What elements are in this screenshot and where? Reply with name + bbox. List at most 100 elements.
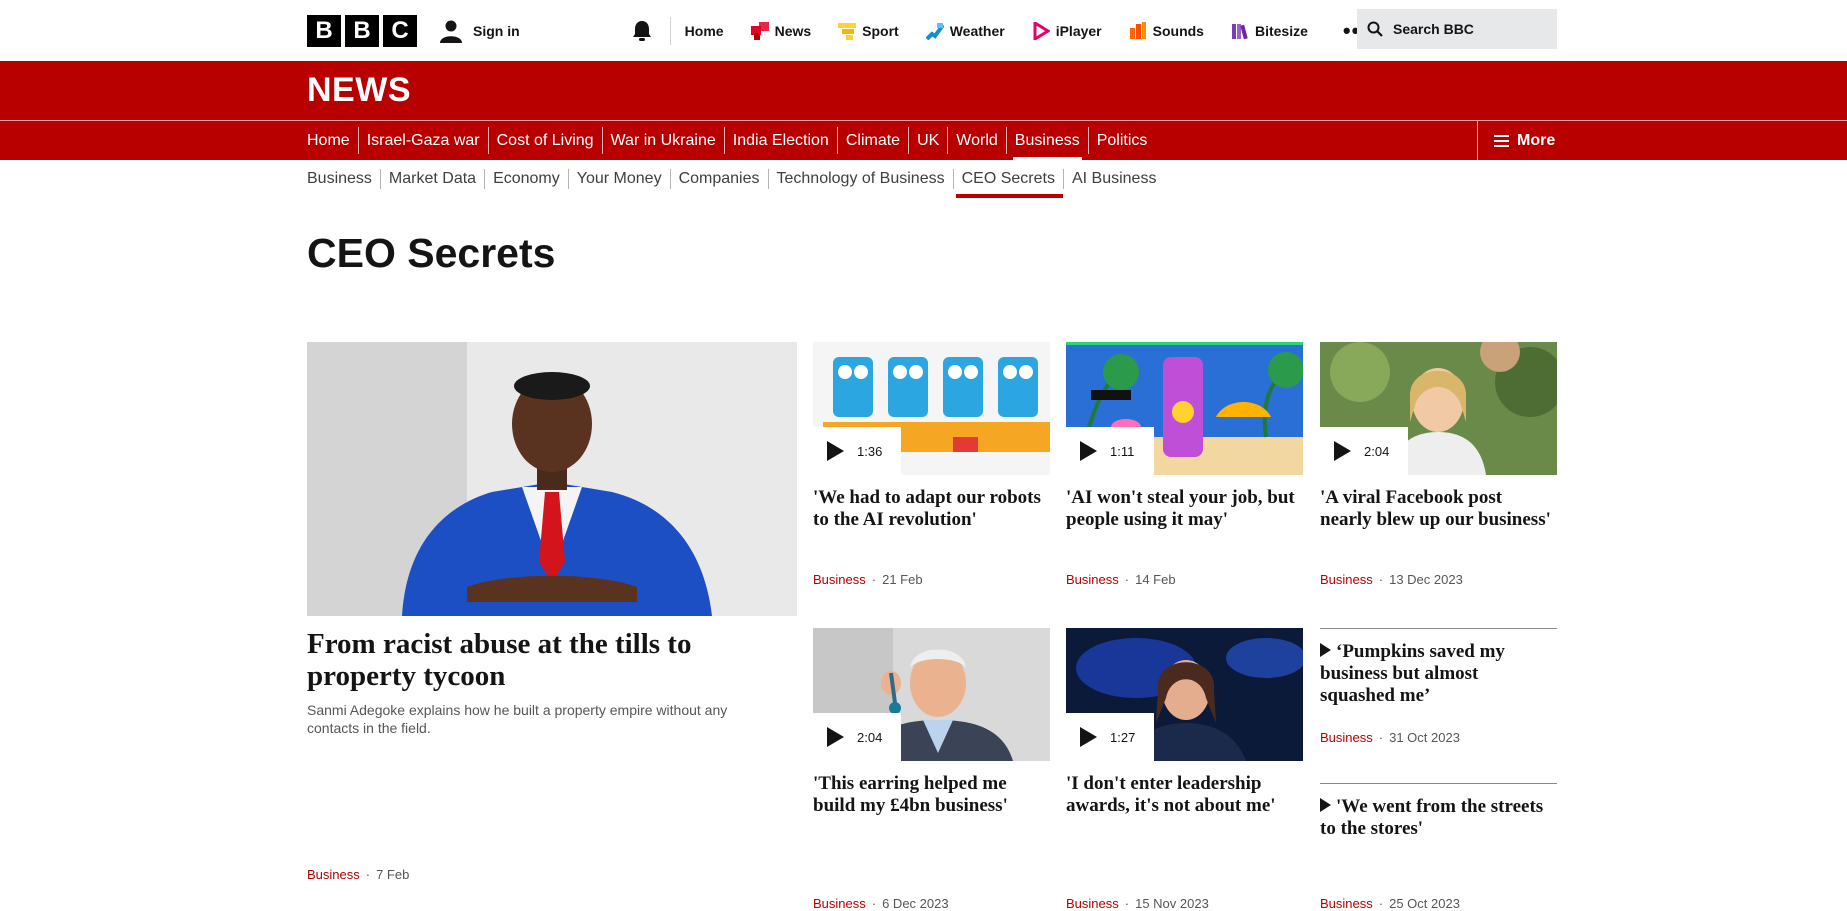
bbc-logo[interactable]: B B C bbox=[307, 14, 417, 47]
sub-nav-business[interactable]: Business bbox=[307, 169, 380, 189]
sub-nav-ceo-secrets[interactable]: CEO Secrets bbox=[952, 169, 1064, 198]
business-sub-nav: Business Market Data Economy Your Money … bbox=[0, 160, 1847, 200]
global-nav-label: Sport bbox=[862, 22, 899, 39]
story-meta: Business · 7 Feb bbox=[307, 867, 409, 882]
lead-story[interactable]: From racist abuse at the tills to proper… bbox=[307, 342, 797, 882]
global-nav-home[interactable]: Home bbox=[685, 23, 724, 39]
story-headline[interactable]: 'I don't enter leadership awards, it's n… bbox=[1066, 773, 1303, 817]
global-nav-label: Home bbox=[684, 22, 724, 39]
news-section-nav: Home Israel-Gaza war Cost of Living War … bbox=[0, 120, 1847, 160]
story-headline[interactable]: 'AI won't steal your job, but people usi… bbox=[1066, 487, 1303, 531]
bbc-logo-letter: C bbox=[383, 14, 417, 47]
video-duration-badge: 1:11 bbox=[1066, 427, 1154, 475]
play-icon bbox=[1080, 441, 1097, 461]
video-story-card[interactable]: 1:11 'AI won't steal your job, but peopl… bbox=[1066, 342, 1303, 587]
video-story-card[interactable]: 1:36 'We had to adapt our robots to the … bbox=[813, 342, 1050, 587]
story-headline[interactable]: 'A viral Facebook post nearly blew up ou… bbox=[1320, 487, 1557, 531]
sub-nav-market-data[interactable]: Market Data bbox=[379, 169, 484, 189]
bbc-global-bar: B B C Sign in Home News Sport Weather iP… bbox=[0, 0, 1847, 61]
video-duration: 1:11 bbox=[1110, 443, 1135, 459]
sub-nav-ai-business[interactable]: AI Business bbox=[1062, 169, 1164, 189]
global-nav-sounds[interactable]: Sounds bbox=[1129, 21, 1204, 40]
story-headline-text: 'We went from the streets to the stores' bbox=[1320, 796, 1544, 839]
text-story-card[interactable]: ‘Pumpkins saved my business but almost s… bbox=[1320, 628, 1557, 745]
video-duration: 2:04 bbox=[1364, 443, 1390, 459]
story-grid: From racist abuse at the tills to proper… bbox=[307, 342, 1557, 911]
story-thumbnail[interactable]: 2:04 bbox=[813, 628, 1050, 761]
lead-story-image[interactable] bbox=[307, 342, 797, 616]
news-header: NEWS bbox=[0, 61, 1847, 120]
section-nav-business[interactable]: Business bbox=[1005, 127, 1088, 160]
signin-link[interactable]: Sign in bbox=[439, 19, 520, 43]
section-nav-world[interactable]: World bbox=[947, 127, 1006, 154]
topic-link[interactable]: Business bbox=[1320, 896, 1373, 911]
global-nav-iplayer[interactable]: iPlayer bbox=[1032, 21, 1102, 40]
section-nav-cost-of-living[interactable]: Cost of Living bbox=[487, 127, 602, 154]
lead-image-illustration bbox=[307, 342, 797, 616]
bell-icon bbox=[632, 20, 651, 41]
section-nav-more-button[interactable]: More bbox=[1477, 121, 1557, 160]
sub-nav-technology-of-business[interactable]: Technology of Business bbox=[767, 169, 953, 189]
topic-link[interactable]: Business bbox=[1320, 730, 1373, 745]
global-nav-sport[interactable]: Sport bbox=[838, 22, 899, 40]
video-story-card[interactable]: 2:04 'A viral Facebook post nearly blew … bbox=[1320, 342, 1557, 587]
topic-link[interactable]: Business bbox=[813, 572, 866, 587]
lead-story-headline[interactable]: From racist abuse at the tills to proper… bbox=[307, 628, 797, 692]
search-input[interactable]: Search BBC bbox=[1357, 9, 1557, 49]
topic-link[interactable]: Business bbox=[1066, 896, 1119, 911]
global-nav-label: iPlayer bbox=[1055, 22, 1102, 39]
video-duration: 1:36 bbox=[857, 443, 883, 459]
sub-nav-your-money[interactable]: Your Money bbox=[567, 169, 670, 189]
global-nav-weather[interactable]: Weather bbox=[925, 22, 1005, 40]
global-nav-label: Sounds bbox=[1152, 22, 1204, 39]
story-headline[interactable]: 'This earring helped me build my £4bn bu… bbox=[813, 773, 1050, 817]
story-headline[interactable]: 'We had to adapt our robots to the AI re… bbox=[813, 487, 1050, 531]
story-meta: Business · 6 Dec 2023 bbox=[813, 896, 949, 911]
story-thumbnail[interactable]: 1:11 bbox=[1066, 342, 1303, 475]
story-thumbnail[interactable]: 2:04 bbox=[1320, 342, 1557, 475]
play-icon bbox=[827, 441, 844, 461]
video-story-card[interactable]: 1:27 'I don't enter leadership awards, i… bbox=[1066, 628, 1303, 911]
section-nav-india-election[interactable]: India Election bbox=[723, 127, 837, 154]
video-duration-badge: 1:27 bbox=[1066, 713, 1154, 761]
user-icon bbox=[440, 20, 462, 43]
bbc-logo-letter: B bbox=[345, 14, 379, 47]
meta-separator: · bbox=[871, 572, 877, 587]
section-nav-home[interactable]: Home bbox=[307, 127, 358, 154]
play-icon bbox=[1080, 727, 1097, 747]
sub-nav-economy[interactable]: Economy bbox=[484, 169, 568, 189]
notifications-bell[interactable] bbox=[632, 16, 671, 45]
meta-separator: · bbox=[1124, 572, 1130, 587]
meta-separator: · bbox=[1378, 572, 1384, 587]
topic-link[interactable]: Business bbox=[813, 896, 866, 911]
global-nav-bitesize[interactable]: Bitesize bbox=[1231, 22, 1308, 40]
story-meta: Business · 21 Feb bbox=[813, 572, 923, 587]
video-duration-badge: 1:36 bbox=[813, 427, 901, 475]
section-nav-climate[interactable]: Climate bbox=[836, 127, 908, 154]
story-date: 21 Feb bbox=[882, 572, 923, 587]
video-duration: 2:04 bbox=[857, 729, 883, 745]
video-duration-badge: 2:04 bbox=[1320, 427, 1408, 475]
global-nav-news[interactable]: News bbox=[750, 21, 812, 40]
topic-link[interactable]: Business bbox=[307, 867, 360, 882]
story-meta: Business · 14 Feb bbox=[1066, 572, 1176, 587]
section-nav-war-in-ukraine[interactable]: War in Ukraine bbox=[601, 127, 724, 154]
story-headline[interactable]: ‘Pumpkins saved my business but almost s… bbox=[1320, 641, 1557, 707]
search-icon bbox=[1367, 21, 1383, 37]
video-story-card[interactable]: 2:04 'This earring helped me build my £4… bbox=[813, 628, 1050, 911]
topic-link[interactable]: Business bbox=[1320, 572, 1373, 587]
section-nav-politics[interactable]: Politics bbox=[1087, 127, 1156, 154]
story-date: 15 Nov 2023 bbox=[1135, 896, 1209, 911]
story-date: 6 Dec 2023 bbox=[882, 896, 949, 911]
sub-nav-companies[interactable]: Companies bbox=[669, 169, 768, 189]
story-thumbnail[interactable]: 1:36 bbox=[813, 342, 1050, 475]
news-logo[interactable]: NEWS bbox=[307, 71, 411, 110]
global-nav-label: News bbox=[774, 22, 812, 39]
text-story-card[interactable]: 'We went from the streets to the stores'… bbox=[1320, 783, 1557, 911]
story-headline[interactable]: 'We went from the streets to the stores' bbox=[1320, 796, 1557, 840]
topic-link[interactable]: Business bbox=[1066, 572, 1119, 587]
story-thumbnail[interactable]: 1:27 bbox=[1066, 628, 1303, 761]
section-nav-uk[interactable]: UK bbox=[908, 127, 947, 154]
section-nav-israel-gaza-war[interactable]: Israel-Gaza war bbox=[357, 127, 488, 154]
video-duration-badge: 2:04 bbox=[813, 713, 901, 761]
